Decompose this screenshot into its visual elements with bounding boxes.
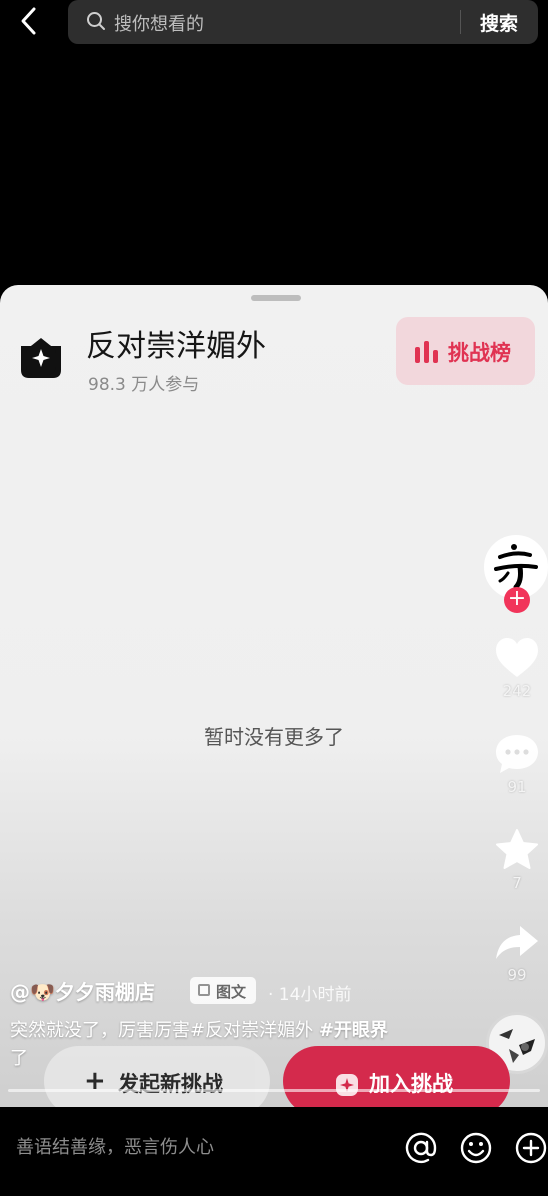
caption-text: 突然就没了，厉害厉害#反对崇洋媚外 bbox=[10, 1020, 319, 1041]
new-challenge-button[interactable]: + 发起新挑战 bbox=[44, 1046, 270, 1116]
search-input[interactable]: 搜你想看的 bbox=[114, 10, 204, 36]
share-arrow-icon bbox=[496, 926, 538, 959]
badge-label: 图文 bbox=[216, 983, 247, 1001]
mention-icon[interactable] bbox=[404, 1131, 438, 1165]
hashtag-link[interactable]: #开眼界 bbox=[319, 1020, 388, 1041]
join-challenge-button[interactable]: 加入挑战 bbox=[283, 1046, 510, 1116]
comment-action[interactable]: 91 bbox=[494, 732, 540, 796]
join-challenge-label: 加入挑战 bbox=[369, 1072, 453, 1096]
bar-chart-icon bbox=[415, 341, 438, 363]
back-button[interactable] bbox=[14, 6, 44, 36]
comment-input[interactable]: 善语结善缘，恶言伤人心 bbox=[16, 1133, 214, 1159]
challenge-title: 反对崇洋媚外 bbox=[86, 329, 266, 364]
empty-state-text: 暂时没有更多了 bbox=[204, 725, 344, 749]
image-text-badge: 图文 bbox=[190, 977, 256, 1004]
heart-icon bbox=[496, 638, 538, 677]
top-bar: 搜你想看的 搜索 bbox=[0, 0, 548, 48]
challenge-icon bbox=[21, 338, 61, 378]
new-challenge-label: 发起新挑战 bbox=[118, 1072, 223, 1096]
video-progress-bar[interactable] bbox=[8, 1089, 540, 1092]
challenge-icon-small bbox=[336, 1074, 358, 1096]
star-icon bbox=[496, 829, 538, 869]
participant-count: 98.3 万人参与 bbox=[88, 375, 200, 395]
like-count: 242 bbox=[502, 682, 532, 700]
search-divider bbox=[460, 10, 461, 34]
search-button[interactable]: 搜索 bbox=[480, 9, 518, 36]
search-icon bbox=[87, 12, 105, 30]
emoji-icon[interactable] bbox=[459, 1131, 493, 1165]
comment-bar: 善语结善缘，恶言伤人心 bbox=[0, 1107, 548, 1196]
share-count: 99 bbox=[507, 966, 527, 984]
follow-plus-button[interactable]: + bbox=[504, 587, 530, 613]
post-time: · 14小时前 bbox=[268, 985, 352, 1005]
comment-bubble-icon bbox=[496, 735, 538, 773]
comment-count: 91 bbox=[507, 778, 527, 796]
leaderboard-label: 挑战榜 bbox=[448, 341, 511, 365]
like-action[interactable]: 242 bbox=[494, 636, 540, 700]
caption-tail: 了 bbox=[10, 1048, 28, 1069]
sheet-drag-handle[interactable] bbox=[251, 295, 301, 301]
favorite-count: 7 bbox=[512, 874, 522, 892]
add-icon[interactable] bbox=[514, 1131, 548, 1165]
search-bar[interactable]: 搜你想看的 搜索 bbox=[68, 0, 538, 44]
favorite-action[interactable]: 7 bbox=[494, 828, 540, 892]
image-text-icon bbox=[198, 984, 210, 996]
chevron-left-icon bbox=[21, 7, 36, 35]
leaderboard-button[interactable]: 挑战榜 bbox=[396, 317, 535, 385]
author-name[interactable]: @🐶夕夕雨棚店 bbox=[10, 976, 155, 1005]
share-action[interactable]: 99 bbox=[494, 922, 540, 984]
